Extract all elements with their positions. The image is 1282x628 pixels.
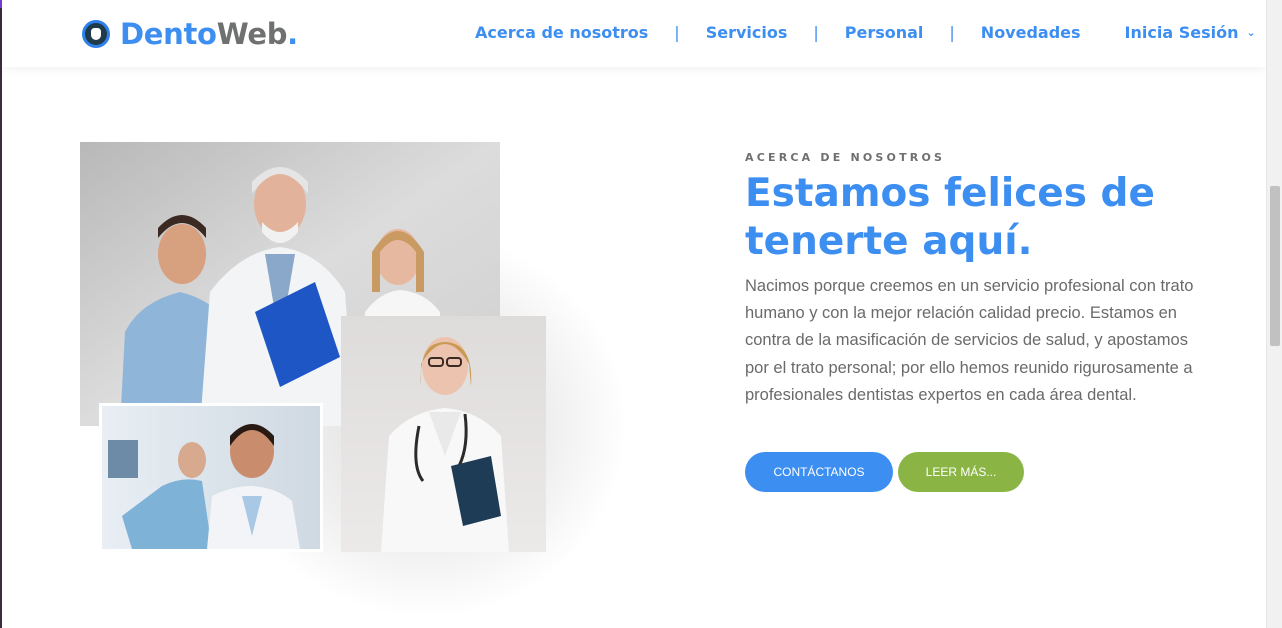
logo-text-dot: . — [287, 16, 298, 51]
page-scrollbar[interactable] — [1266, 0, 1282, 628]
doctor-photo-graphic — [341, 316, 546, 552]
scrollbar-thumb[interactable] — [1270, 186, 1280, 346]
nav-item-acerca[interactable]: Acerca de nosotros — [475, 23, 648, 42]
window-left-edge — [0, 0, 2, 628]
section-headline: Estamos felices de tenerte aquí. — [745, 171, 1155, 264]
nav-separator: | — [813, 22, 819, 42]
tooth-icon — [82, 20, 110, 48]
nav-item-novedades[interactable]: Novedades — [981, 23, 1081, 42]
nav-item-servicios[interactable]: Servicios — [706, 23, 788, 42]
logo-text: DentoWeb. — [120, 16, 298, 51]
nav-item-personal[interactable]: Personal — [845, 23, 924, 42]
xray-photo-graphic — [102, 406, 320, 549]
nav-separator: | — [674, 22, 680, 42]
contact-button[interactable]: CONTÁCTANOS — [745, 452, 893, 492]
nav-login-label: Inicia Sesión — [1124, 22, 1239, 42]
main-nav: Acerca de nosotros | Servicios | Persona… — [475, 20, 1256, 44]
read-more-button[interactable]: LEER MÁS... — [898, 452, 1024, 492]
site-logo[interactable]: DentoWeb. — [82, 16, 298, 52]
logo-text-part1: Dento — [120, 16, 217, 51]
section-eyebrow: ACERCA DE NOSOTROS — [745, 151, 946, 164]
site-header: DentoWeb. Acerca de nosotros | Servicios… — [2, 0, 1266, 67]
doctor-photo — [341, 316, 546, 552]
nav-separator: | — [949, 22, 955, 42]
nav-item-login[interactable]: Inicia Sesión ⌄ — [1125, 23, 1256, 42]
section-body: Nacimos porque creemos en un servicio pr… — [745, 277, 1194, 404]
logo-text-part2: Web — [216, 16, 288, 51]
xray-photo — [99, 403, 323, 552]
chevron-down-icon: ⌄ — [1246, 25, 1256, 39]
